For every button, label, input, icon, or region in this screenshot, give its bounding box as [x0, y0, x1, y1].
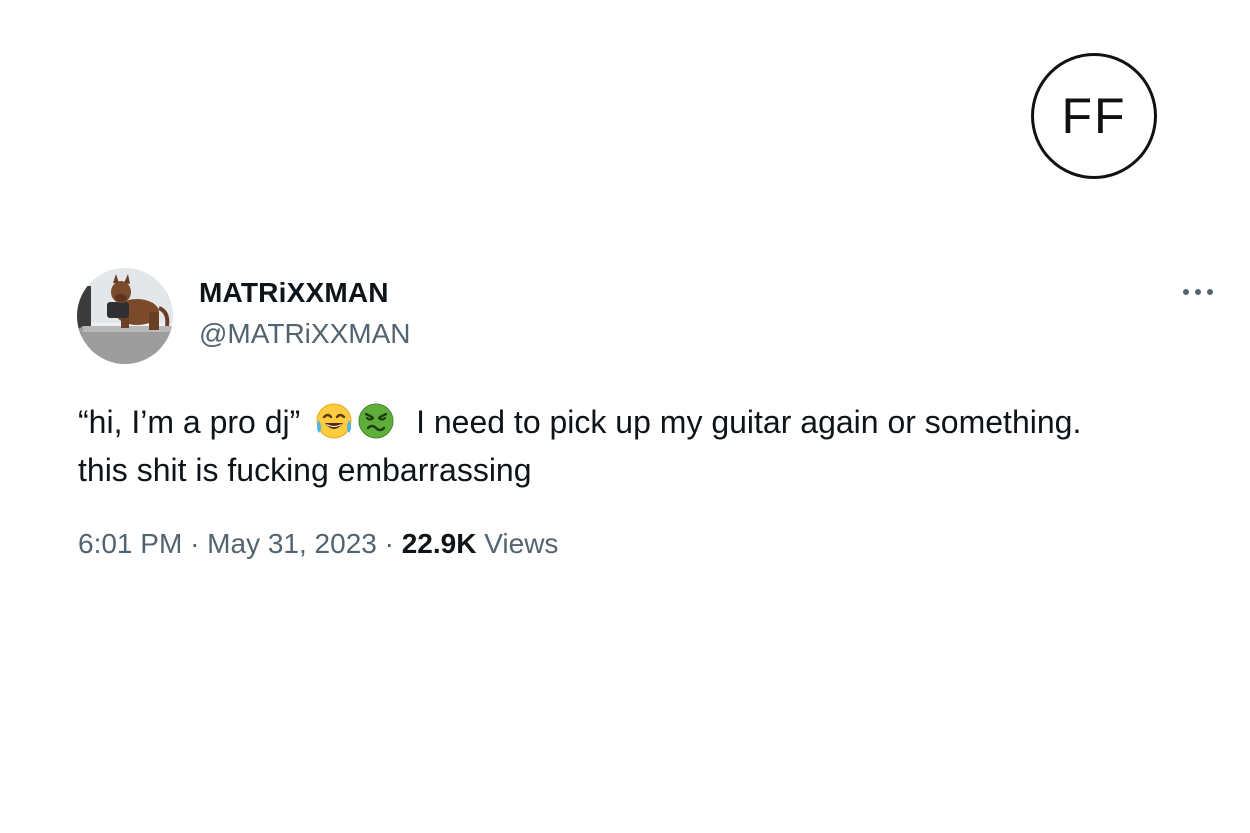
tweet-text-line2: this shit is fucking embarrassing: [78, 452, 532, 488]
tweet-text-body: I need to pick up my guitar again or som…: [416, 404, 1082, 440]
tweet-metadata: 6:01 PM · May 31, 2023 · 22.9K Views: [78, 528, 558, 560]
more-options-icon[interactable]: [1181, 280, 1215, 304]
author-handle[interactable]: @MATRiXXMAN: [199, 318, 410, 350]
face-with-tears-of-joy-emoji: [316, 403, 352, 439]
ff-logo-text: FF: [1061, 88, 1127, 144]
ff-logo: FF: [1031, 53, 1157, 179]
tweet-text: “hi, I’m a pro dj” I need to pick up my …: [78, 398, 1198, 494]
meta-separator: ·: [190, 528, 200, 559]
author-display-name[interactable]: MATRiXXMAN: [199, 277, 389, 309]
dog-avatar-icon: [77, 268, 173, 364]
nauseated-face-emoji: [358, 403, 394, 439]
views-count[interactable]: 22.9K: [402, 528, 477, 559]
meta-separator: ·: [384, 528, 394, 559]
views-label[interactable]: Views: [484, 528, 558, 559]
avatar[interactable]: [77, 268, 173, 364]
tweet-text-quote: “hi, I’m a pro dj”: [78, 404, 301, 440]
tweet-time[interactable]: 6:01 PM: [78, 528, 182, 559]
tweet-date[interactable]: May 31, 2023: [207, 528, 377, 559]
